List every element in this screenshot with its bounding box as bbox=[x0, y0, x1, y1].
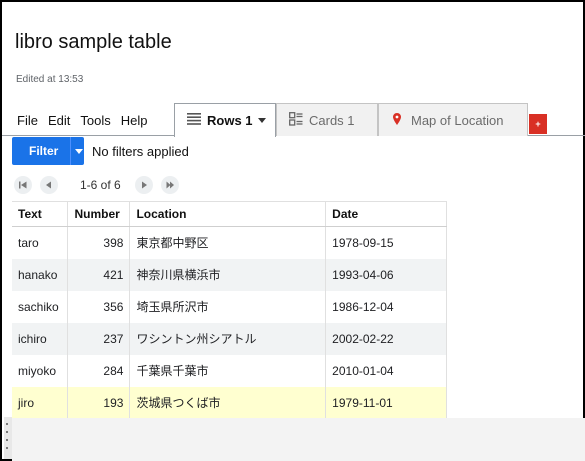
table-header-row: Text Number Location Date bbox=[12, 201, 447, 227]
tab-rows-label: Rows 1 bbox=[207, 113, 253, 128]
menu-file[interactable]: File bbox=[17, 113, 38, 128]
cell-date[interactable]: 1979-11-01 bbox=[325, 386, 447, 419]
next-page-button[interactable] bbox=[134, 176, 153, 194]
tab-cards-label: Cards 1 bbox=[309, 112, 355, 128]
last-page-button[interactable] bbox=[160, 176, 179, 194]
table-row[interactable]: sachiko 356 埼玉県所沢市 1986-12-04 bbox=[12, 290, 447, 323]
prev-page-icon bbox=[46, 181, 51, 189]
data-table: Text Number Location Date taro 398 東京都中野… bbox=[12, 201, 447, 419]
list-icon bbox=[187, 113, 201, 128]
prev-page-button[interactable] bbox=[40, 176, 58, 194]
filter-button-divider bbox=[70, 137, 71, 165]
cell-location[interactable]: 千葉県千葉市 bbox=[129, 354, 327, 387]
filter-dropdown-icon[interactable] bbox=[75, 149, 83, 154]
app-window: libro sample table Edited at 13:53 Rows … bbox=[0, 0, 585, 461]
table-row-selected[interactable]: jiro 193 茨城県つくば市 1979-11-01 bbox=[12, 386, 447, 419]
cell-location[interactable]: 埼玉県所沢市 bbox=[129, 290, 327, 323]
cell-number[interactable]: 237 bbox=[67, 322, 131, 355]
filter-button[interactable]: Filter bbox=[12, 137, 84, 165]
cell-date[interactable]: 2002-02-22 bbox=[325, 322, 447, 355]
menu-edit[interactable]: Edit bbox=[48, 113, 70, 128]
column-header-number[interactable]: Number bbox=[67, 201, 131, 227]
map-pin-icon bbox=[393, 112, 401, 128]
edited-timestamp: Edited at 13:53 bbox=[16, 74, 84, 85]
column-header-location[interactable]: Location bbox=[129, 201, 327, 227]
menu-bar: File Edit Tools Help bbox=[17, 113, 157, 128]
add-view-button[interactable]: + bbox=[529, 114, 547, 134]
pager: 1-6 of 6 bbox=[14, 176, 187, 194]
cell-number[interactable]: 284 bbox=[67, 354, 131, 387]
cell-text[interactable]: jiro bbox=[12, 386, 69, 419]
cell-date[interactable]: 1978-09-15 bbox=[325, 226, 447, 259]
cell-number[interactable]: 398 bbox=[67, 226, 131, 259]
cards-icon bbox=[289, 111, 303, 129]
column-header-text[interactable]: Text bbox=[12, 201, 69, 227]
document-title[interactable]: libro sample table bbox=[15, 31, 172, 54]
first-page-icon bbox=[19, 181, 27, 189]
cell-number[interactable]: 421 bbox=[67, 258, 131, 291]
table-row[interactable]: ichiro 237 ワシントン州シアトル 2002-02-22 bbox=[12, 322, 447, 355]
table-row[interactable]: miyoko 284 千葉県千葉市 2010-01-04 bbox=[12, 354, 447, 387]
chevron-down-icon[interactable] bbox=[257, 118, 266, 123]
cell-location[interactable]: 東京都中野区 bbox=[129, 226, 327, 259]
menu-help[interactable]: Help bbox=[121, 113, 148, 128]
empty-area bbox=[12, 418, 585, 461]
cell-number[interactable]: 193 bbox=[67, 386, 131, 419]
column-header-date[interactable]: Date bbox=[325, 201, 447, 227]
cell-text[interactable]: miyoko bbox=[12, 354, 69, 387]
cell-text[interactable]: ichiro bbox=[12, 322, 69, 355]
first-page-button[interactable] bbox=[14, 176, 32, 194]
table-row[interactable]: taro 398 東京都中野区 1978-09-15 bbox=[12, 226, 447, 259]
cell-date[interactable]: 1986-12-04 bbox=[325, 290, 447, 323]
tab-cards[interactable]: Cards 1 bbox=[276, 103, 378, 136]
filter-status: No filters applied bbox=[92, 144, 189, 159]
cell-number[interactable]: 356 bbox=[67, 290, 131, 323]
cell-date[interactable]: 2010-01-04 bbox=[325, 354, 447, 387]
filter-button-label: Filter bbox=[29, 144, 59, 158]
tab-rows[interactable]: Rows 1 bbox=[174, 103, 276, 137]
tab-map[interactable]: Map of Location bbox=[378, 103, 528, 136]
last-page-icon bbox=[166, 181, 174, 189]
cell-date[interactable]: 1993-04-06 bbox=[325, 258, 447, 291]
resize-handle[interactable] bbox=[4, 417, 12, 459]
cell-location[interactable]: 茨城県つくば市 bbox=[129, 386, 327, 419]
next-page-icon bbox=[141, 181, 147, 189]
cell-location[interactable]: 神奈川県横浜市 bbox=[129, 258, 327, 291]
cell-text[interactable]: hanako bbox=[12, 258, 69, 291]
table-row[interactable]: hanako 421 神奈川県横浜市 1993-04-06 bbox=[12, 258, 447, 291]
cell-location[interactable]: ワシントン州シアトル bbox=[129, 322, 327, 355]
tab-map-label: Map of Location bbox=[411, 112, 504, 128]
page-range: 1-6 of 6 bbox=[80, 178, 121, 192]
cell-text[interactable]: sachiko bbox=[12, 290, 69, 323]
cell-text[interactable]: taro bbox=[12, 226, 69, 259]
menu-tools[interactable]: Tools bbox=[80, 113, 110, 128]
